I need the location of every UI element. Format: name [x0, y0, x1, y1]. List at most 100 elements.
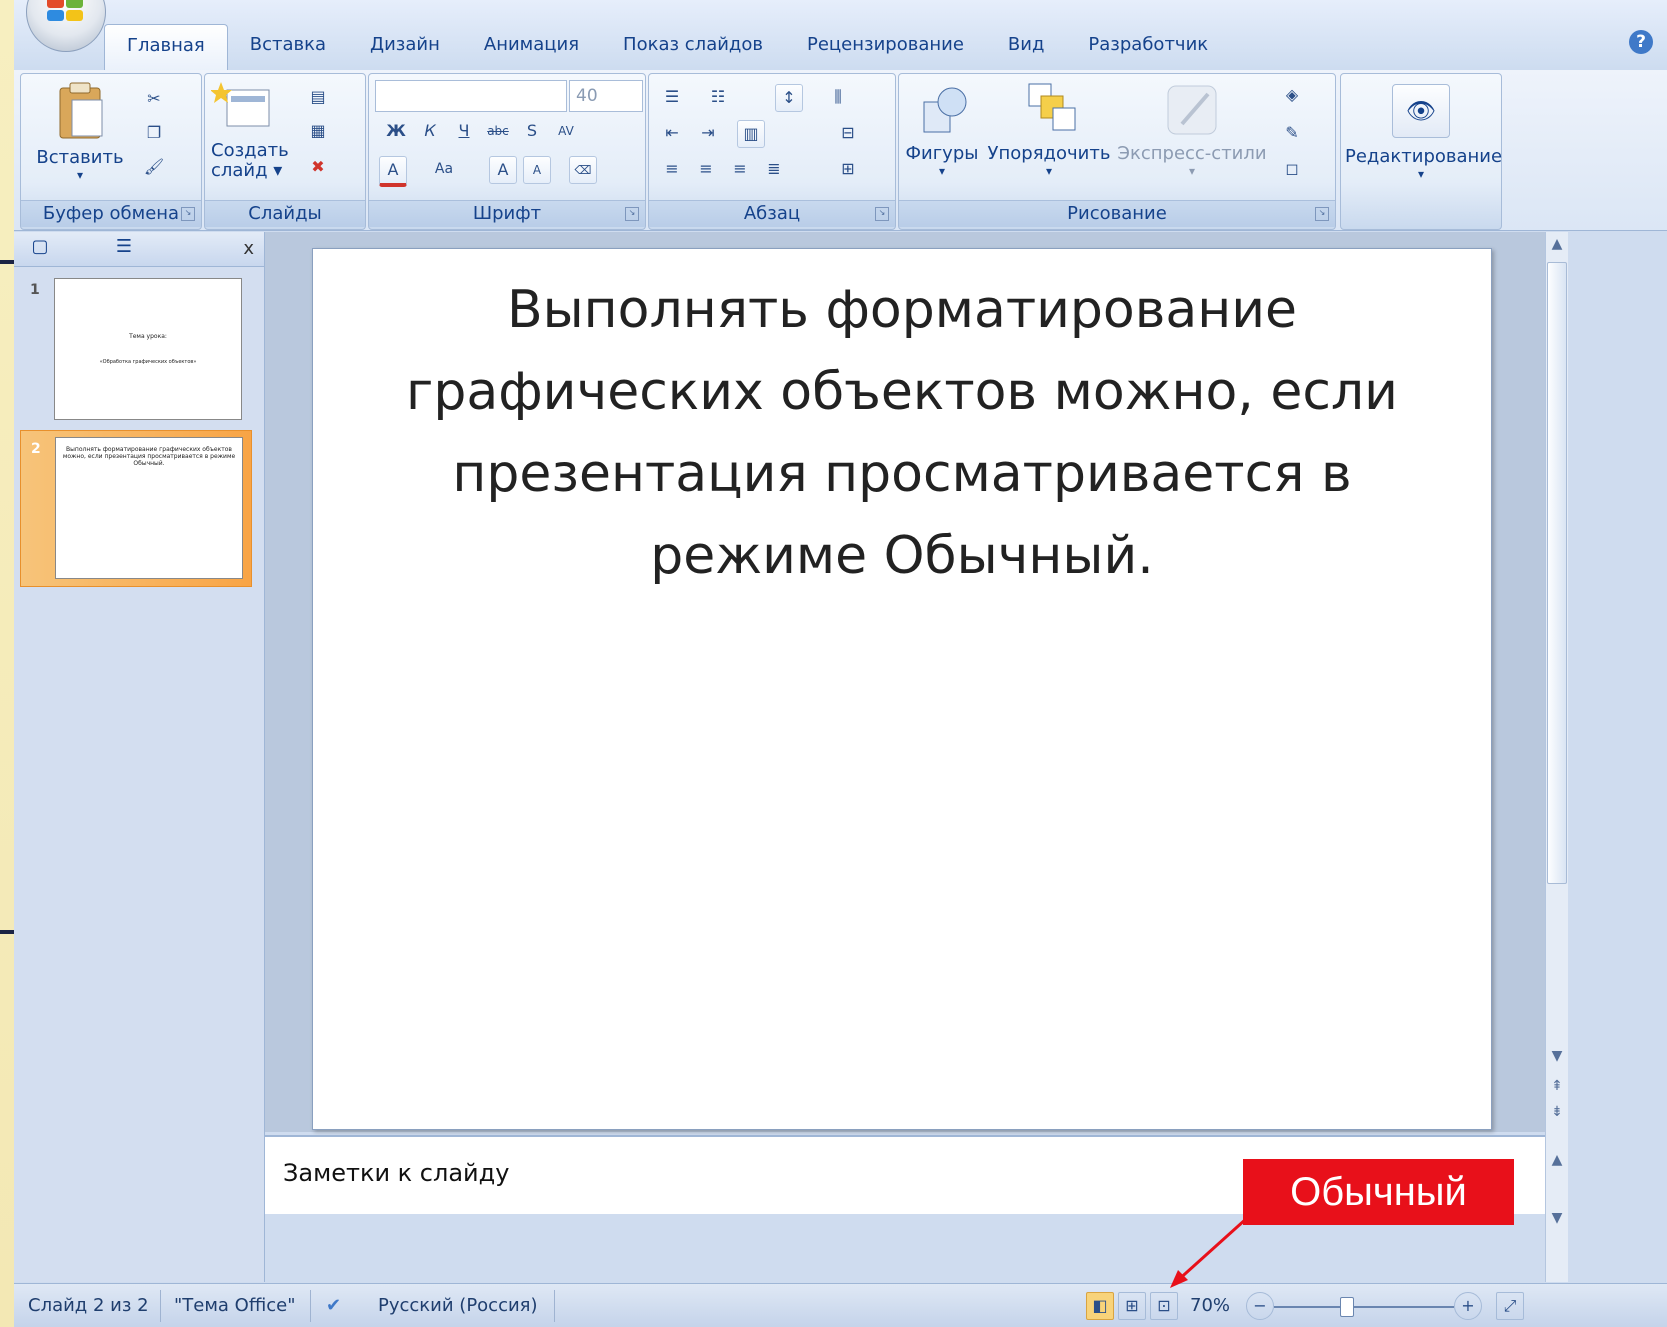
change-case-icon[interactable]: Aa [431, 156, 457, 182]
slides-tab-icon[interactable]: ▢ [20, 236, 60, 262]
quick-styles-label: Экспресс-стили [1117, 143, 1267, 164]
shape-outline-icon[interactable]: ✎ [1279, 120, 1305, 146]
group-label-drawing: Рисование [899, 200, 1335, 227]
shapes-button[interactable]: Фигуры ▾ [903, 80, 981, 178]
decrease-indent-icon[interactable]: ⇤ [659, 120, 685, 146]
font-name-input[interactable] [375, 80, 567, 112]
clear-formatting-icon[interactable]: ⌫ [569, 156, 597, 184]
tab-review[interactable]: Рецензирование [785, 24, 986, 70]
thumbnail-number: 1 [30, 282, 40, 298]
dialog-launcher-icon[interactable]: ↘ [181, 207, 195, 221]
dialog-launcher-icon[interactable]: ↘ [625, 207, 639, 221]
delete-slide-icon[interactable]: ✖ [305, 154, 331, 180]
format-painter-icon[interactable]: 🖌 [141, 154, 167, 180]
background-mark [0, 260, 14, 264]
tab-developer[interactable]: Разработчик [1066, 24, 1230, 70]
align-center-icon[interactable]: ≡ [693, 156, 719, 182]
strikethrough-icon[interactable]: abc [485, 118, 511, 144]
align-text-icon[interactable]: ⊟ [835, 120, 861, 146]
zoom-slider-thumb[interactable] [1340, 1297, 1354, 1317]
dialog-launcher-icon[interactable]: ↘ [1315, 207, 1329, 221]
office-button[interactable] [26, 0, 106, 52]
editing-dropdown-icon: ▾ [1417, 167, 1425, 181]
slide-thumbnail-2[interactable]: 2 Выполнять форматирование графических о… [20, 430, 252, 587]
ribbon-body: Вставить ▾ ✂ ❐ 🖌 Буфер обмена ↘ Создать … [14, 70, 1667, 231]
italic-icon[interactable]: К [417, 118, 443, 144]
quick-styles-dropdown-icon: ▾ [1188, 164, 1196, 178]
bullets-icon[interactable]: ☰ [659, 84, 685, 110]
layout-icon[interactable]: ▤ [305, 84, 331, 110]
paste-dropdown-icon[interactable]: ▾ [35, 168, 125, 182]
numbering-icon[interactable]: ☷ [705, 84, 731, 110]
char-spacing-icon[interactable]: AV [553, 118, 579, 144]
notes-scroll-down-icon[interactable]: ▼ [1546, 1210, 1568, 1226]
ribbon-tab-bar: Главная Вставка Дизайн Анимация Показ сл… [14, 0, 1667, 71]
arrange-label: Упорядочить [987, 143, 1111, 164]
shape-effects-icon[interactable]: ◻ [1279, 156, 1305, 182]
increase-indent-icon[interactable]: ⇥ [695, 120, 721, 146]
editing-button[interactable]: 👁 Редактирование ▾ [1345, 80, 1503, 181]
grow-font-icon[interactable]: A [489, 156, 517, 184]
font-size-input[interactable]: 40 [569, 80, 643, 112]
normal-view-icon[interactable]: ◧ [1086, 1292, 1114, 1320]
notes-placeholder[interactable]: Заметки к слайду [283, 1159, 509, 1187]
slide-canvas[interactable]: Выполнять форматирование графических объ… [312, 248, 1492, 1130]
tab-home[interactable]: Главная [104, 24, 228, 71]
underline-icon[interactable]: Ч [451, 118, 477, 144]
next-slide-icon[interactable]: ⇟ [1546, 1104, 1568, 1120]
scroll-up-icon[interactable]: ▲ [1546, 236, 1568, 252]
justify-icon[interactable]: ≣ [761, 156, 787, 182]
slide-thumbnail-1[interactable]: 1 Тема урока: «Обработка графических объ… [20, 272, 250, 427]
new-slide-label-2: слайд ▾ [211, 160, 283, 181]
editing-label: Редактирование [1345, 146, 1503, 167]
notes-scroll-up-icon[interactable]: ▲ [1546, 1152, 1568, 1168]
tab-view[interactable]: Вид [986, 24, 1067, 70]
quick-styles-button[interactable]: Экспресс-стили ▾ [1117, 80, 1267, 178]
close-panel-icon[interactable]: x [243, 238, 254, 259]
font-color-icon[interactable]: A [379, 156, 407, 187]
group-paragraph: ☰ ☷ ↕ ⫼ ⇤ ⇥ ▥ ⊟ ≡ ≡ ≡ ≣ ⊞ Абзац ↘ [648, 73, 896, 230]
tab-design[interactable]: Дизайн [348, 24, 462, 70]
outline-tab-icon[interactable]: ☰ [104, 236, 144, 262]
group-label-slides: Слайды [205, 200, 365, 227]
new-slide-button[interactable]: Создать слайд ▾ [210, 80, 297, 181]
arrange-button[interactable]: Упорядочить ▾ [985, 80, 1113, 178]
previous-slide-icon[interactable]: ⇞ [1546, 1078, 1568, 1094]
align-left-icon[interactable]: ≡ [659, 156, 685, 182]
cut-icon[interactable]: ✂ [141, 86, 167, 112]
dialog-launcher-icon[interactable]: ↘ [875, 207, 889, 221]
zoom-slider-track[interactable] [1274, 1306, 1454, 1308]
scrollbar-thumb[interactable] [1547, 262, 1567, 884]
spell-check-icon[interactable]: ✔ [326, 1295, 341, 1316]
arrange-icon [1028, 83, 1076, 131]
reset-icon[interactable]: ▦ [305, 118, 331, 144]
language[interactable]: Русский (Россия) [378, 1295, 538, 1316]
background-edge [0, 0, 14, 1327]
shape-fill-icon[interactable]: ◈ [1279, 82, 1305, 108]
line-spacing-icon[interactable]: ↕ [775, 84, 803, 112]
slide-sorter-view-icon[interactable]: ⊞ [1118, 1292, 1146, 1320]
align-right-icon[interactable]: ≡ [727, 156, 753, 182]
scroll-down-icon[interactable]: ▼ [1546, 1048, 1568, 1064]
zoom-in-icon[interactable]: + [1454, 1292, 1482, 1320]
tab-insert[interactable]: Вставка [228, 24, 348, 70]
tab-animation[interactable]: Анимация [462, 24, 601, 70]
slide-text[interactable]: Выполнять форматирование графических объ… [373, 269, 1431, 597]
paste-button[interactable]: Вставить ▾ [35, 80, 125, 182]
vertical-scrollbar[interactable]: ▲ ▼ ⇞ ⇟ ▲ ▼ [1545, 232, 1568, 1282]
bold-icon[interactable]: Ж [383, 118, 409, 144]
columns-icon[interactable]: ▥ [737, 120, 765, 148]
slide-counter: Слайд 2 из 2 [28, 1295, 149, 1316]
shadow-icon[interactable]: S [519, 118, 545, 144]
new-slide-label-1: Создать [211, 140, 289, 161]
text-direction-icon[interactable]: ⫼ [825, 84, 851, 110]
help-icon[interactable]: ? [1629, 30, 1653, 54]
copy-icon[interactable]: ❐ [141, 120, 167, 146]
shrink-font-icon[interactable]: A [523, 156, 551, 184]
smartart-icon[interactable]: ⊞ [835, 156, 861, 182]
fit-to-window-icon[interactable]: ⤢ [1496, 1292, 1524, 1320]
thumbnail-text: «Обработка графических объектов» [99, 359, 197, 365]
slides-panel: ▢ ☰ x 1 Тема урока: «Обработка графическ… [14, 232, 265, 1282]
theme-name[interactable]: "Тема Office" [174, 1295, 296, 1316]
tab-slide-show[interactable]: Показ слайдов [601, 24, 785, 70]
